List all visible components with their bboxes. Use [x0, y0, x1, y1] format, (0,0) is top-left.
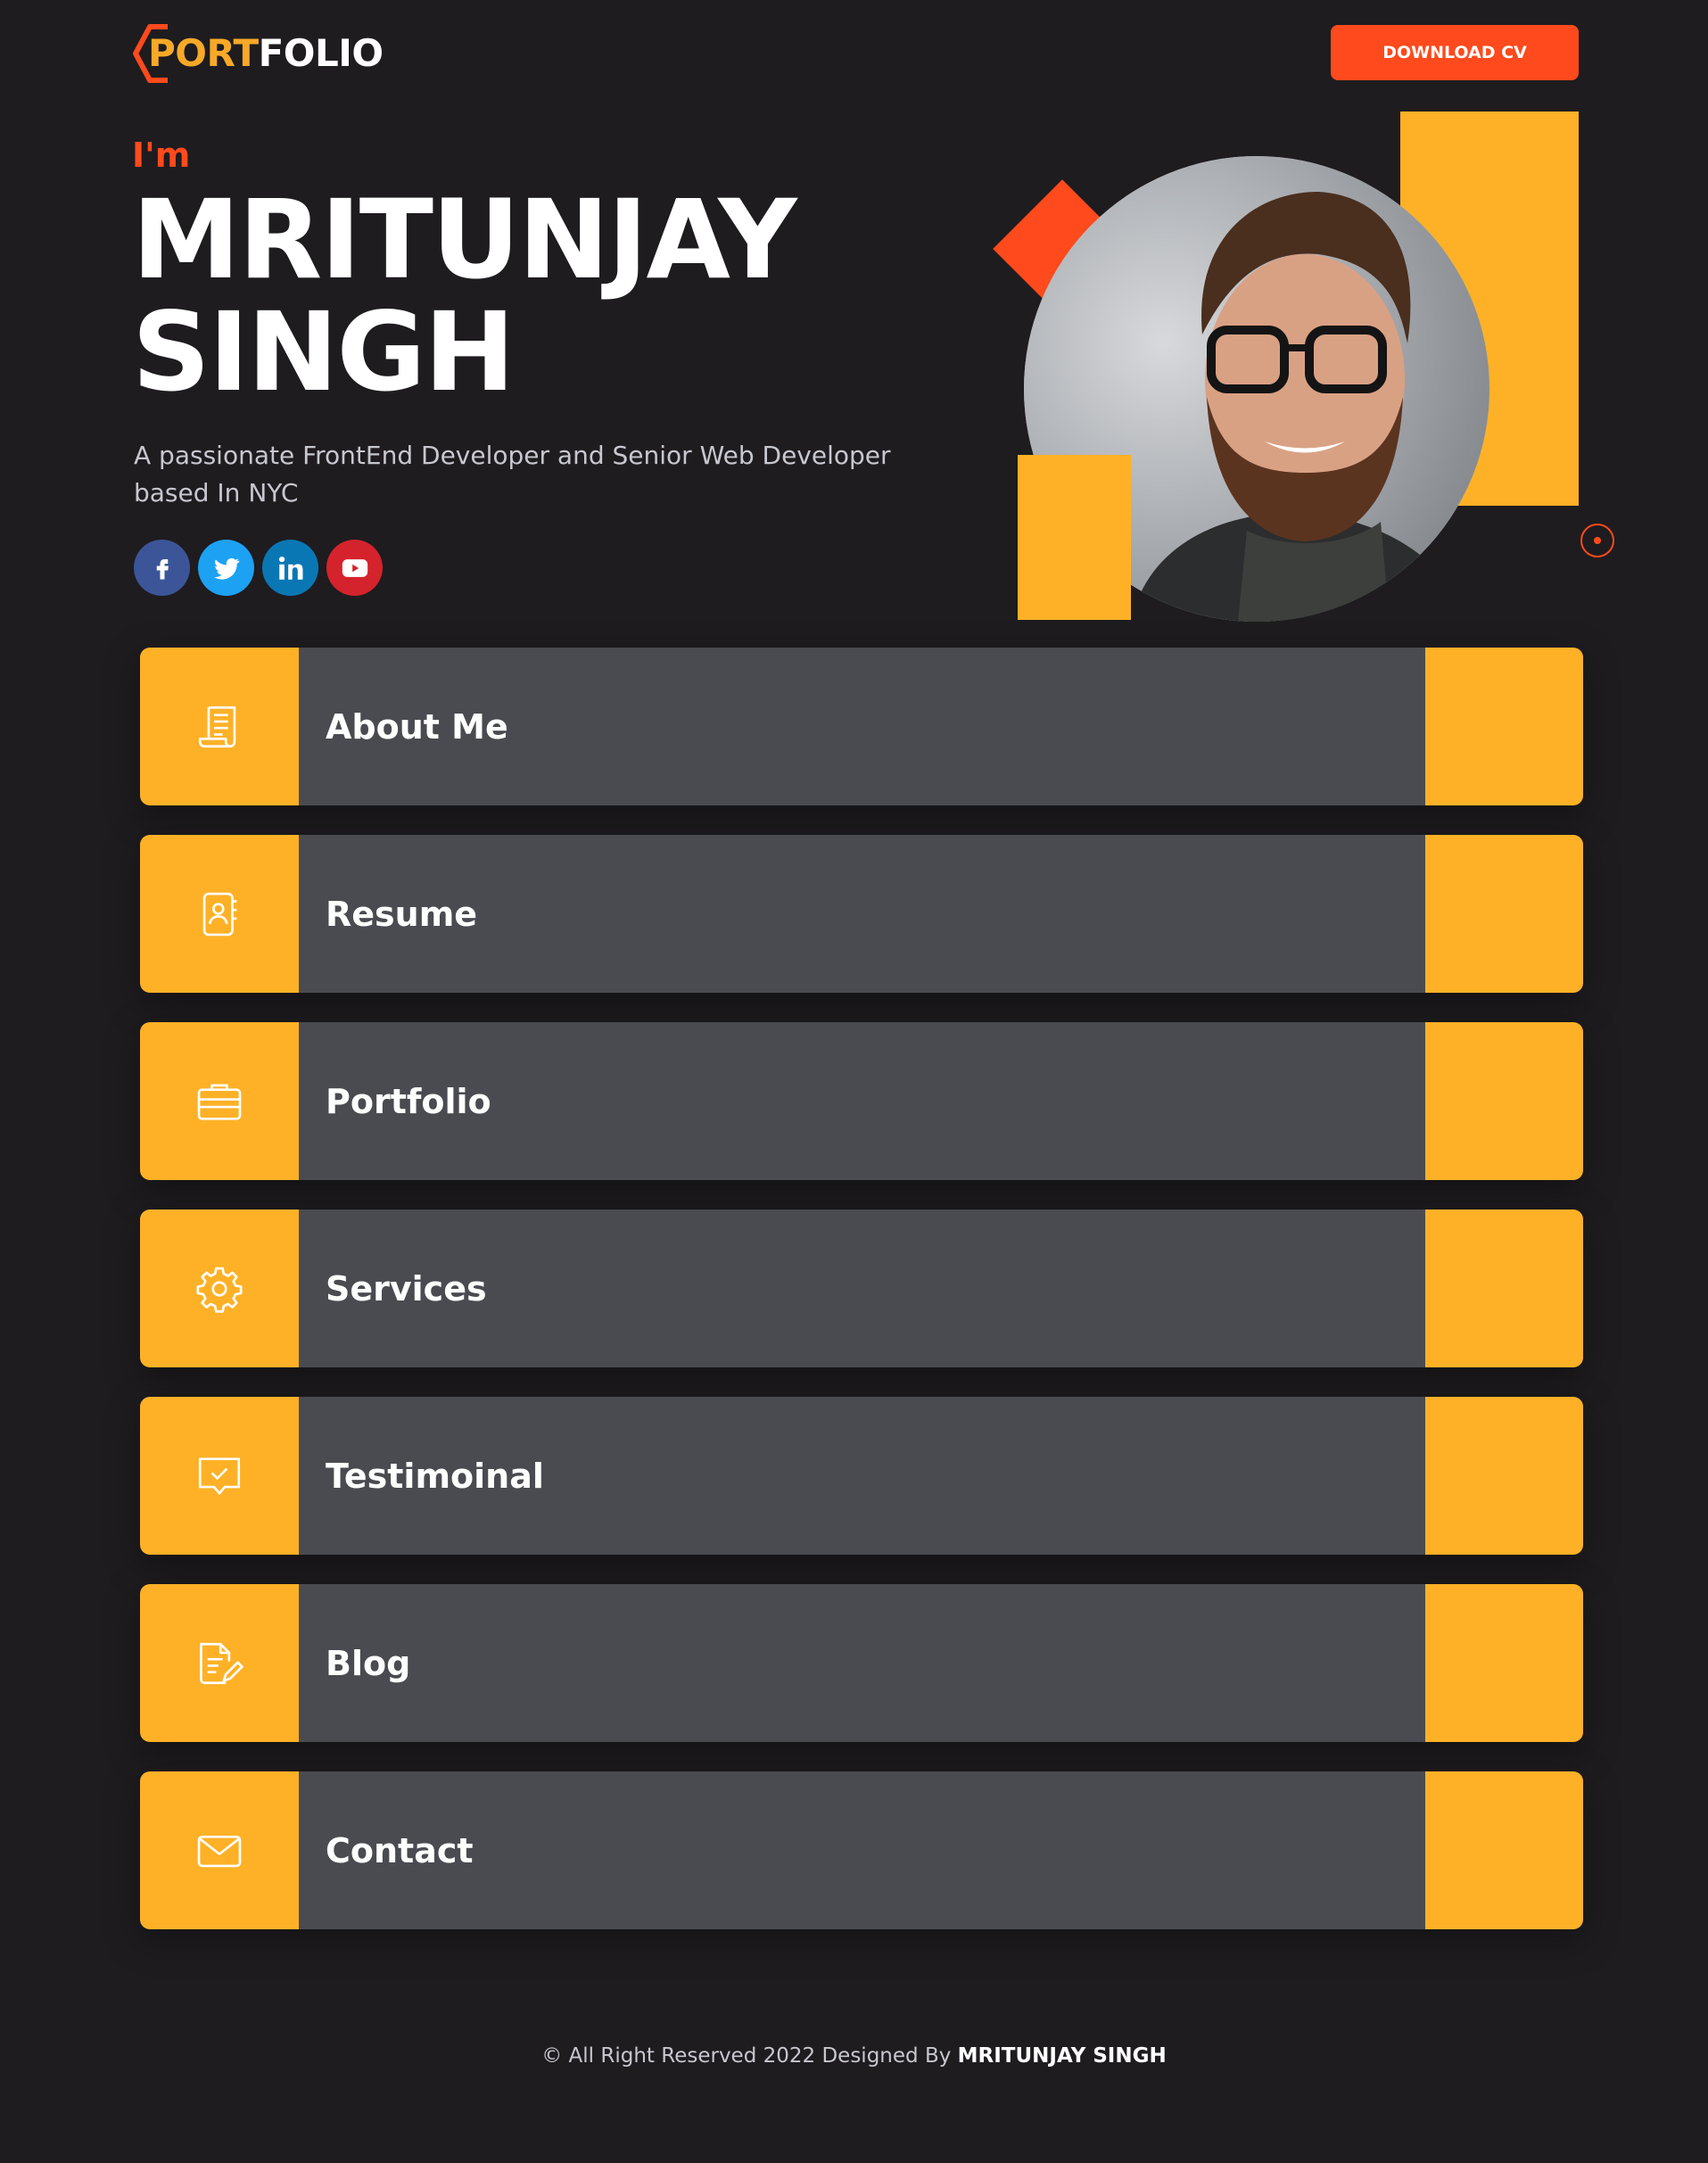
menu-item-icon-box: [140, 1209, 299, 1367]
scroll-indicator-icon: [1580, 524, 1614, 557]
footer-author[interactable]: MRITUNJAY SINGH: [958, 2044, 1167, 2068]
greeting: I'm: [132, 136, 191, 175]
menu-item-accent: [1425, 1397, 1583, 1555]
logo[interactable]: PORTFOLIO: [132, 21, 384, 86]
logo-text-port: PORT: [148, 31, 259, 75]
decorative-yellow-block-short: [1018, 455, 1131, 620]
menu-item-label: Resume: [299, 835, 1425, 993]
logo-text: PORTFOLIO: [132, 21, 384, 86]
menu-item-icon-box: [140, 1771, 299, 1929]
menu-item-accent: [1425, 1771, 1583, 1929]
menu-item-icon-box: [140, 1397, 299, 1555]
menu-item-icon-box: [140, 648, 299, 805]
logo-text-folio: FOLIO: [258, 31, 384, 75]
menu-item-label: Services: [299, 1209, 1425, 1367]
mail-icon: [197, 1835, 242, 1867]
briefcase-icon: [197, 1084, 242, 1120]
menu-item-label: Testimoinal: [299, 1397, 1425, 1555]
menu-item-accent: [1425, 835, 1583, 993]
menu-item-services[interactable]: Services: [140, 1209, 1583, 1367]
youtube-link[interactable]: [326, 540, 383, 596]
menu-item-blog[interactable]: Blog: [140, 1584, 1583, 1742]
gear-icon: [196, 1267, 243, 1313]
menu-item-about-me[interactable]: About Me: [140, 648, 1583, 805]
menu-item-accent: [1425, 648, 1583, 805]
page: PORTFOLIO DOWNLOAD CV I'm MRITUNJAY SING…: [0, 0, 1708, 2163]
edit-note-icon: [200, 1642, 243, 1684]
twitter-icon: [213, 557, 239, 580]
menu-item-accent: [1425, 1209, 1583, 1367]
menu-item-label: Portfolio: [299, 1022, 1425, 1180]
hero-name-line2: SINGH: [132, 289, 516, 416]
contact-book-icon: [202, 892, 237, 936]
hero-intro: A passionate FrontEnd Developer and Seni…: [134, 441, 891, 508]
chat-check-icon: [198, 1457, 241, 1495]
menu-item-accent: [1425, 1022, 1583, 1180]
twitter-link[interactable]: [198, 540, 254, 596]
social-links: [134, 540, 383, 596]
menu-item-icon-box: [140, 1022, 299, 1180]
menu-item-label: Contact: [299, 1771, 1425, 1929]
linkedin-icon: [278, 556, 302, 580]
download-cv-button[interactable]: DOWNLOAD CV: [1331, 25, 1579, 80]
youtube-icon: [342, 558, 367, 577]
facebook-link[interactable]: [134, 540, 190, 596]
hero-name-line1: MRITUNJAY: [132, 177, 797, 303]
menu-item-label: About Me: [299, 648, 1425, 805]
menu-item-contact[interactable]: Contact: [140, 1771, 1583, 1929]
footer: © All Right Reserved 2022 Designed By MR…: [0, 2044, 1708, 2068]
menu-item-resume[interactable]: Resume: [140, 835, 1583, 993]
linkedin-link[interactable]: [262, 540, 318, 596]
facebook-icon: [156, 558, 169, 579]
document-icon: [198, 706, 236, 747]
menu-item-label: Blog: [299, 1584, 1425, 1742]
menu-item-icon-box: [140, 835, 299, 993]
section-menu: About Me Resume Portfolio Services Testi…: [140, 648, 1583, 1959]
menu-item-testimonial[interactable]: Testimoinal: [140, 1397, 1583, 1555]
menu-item-accent: [1425, 1584, 1583, 1742]
hero-name: MRITUNJAY SINGH: [132, 177, 797, 416]
footer-copyright: © All Right Reserved 2022 Designed By: [541, 2044, 952, 2068]
menu-item-icon-box: [140, 1584, 299, 1742]
menu-item-portfolio[interactable]: Portfolio: [140, 1022, 1583, 1180]
